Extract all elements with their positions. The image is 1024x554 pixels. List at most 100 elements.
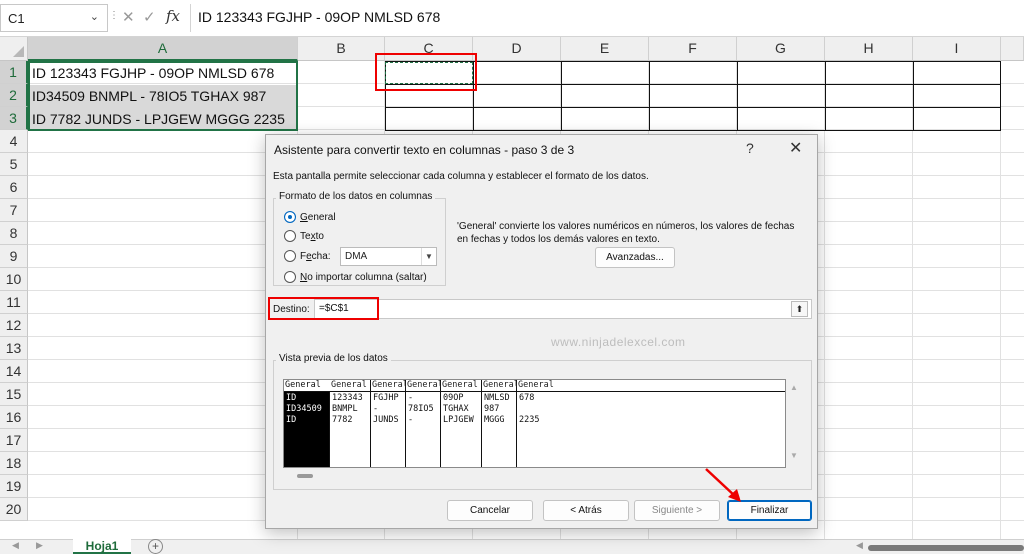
name-box-value: C1 bbox=[8, 11, 25, 26]
formula-input[interactable]: ID 123343 FGJHP - 09OP NMLSD 678 bbox=[198, 9, 440, 25]
radio-date-label: Fecha: bbox=[300, 251, 331, 262]
enter-icon[interactable]: ✓ bbox=[143, 8, 156, 26]
preview-column-header: General bbox=[371, 380, 406, 392]
select-all-corner[interactable] bbox=[0, 37, 28, 61]
column-header[interactable]: I bbox=[913, 37, 1001, 61]
radio-skip[interactable] bbox=[284, 271, 296, 283]
chevron-down-icon[interactable]: ▼ bbox=[421, 248, 436, 265]
column-header[interactable]: H bbox=[825, 37, 913, 61]
format-explanation: 'General' convierte los valores numérico… bbox=[457, 221, 795, 245]
sheet-tab-hoja1[interactable]: Hoja1 bbox=[73, 539, 131, 554]
preview-cell: 987 bbox=[484, 404, 500, 414]
row-header[interactable]: 6 bbox=[0, 176, 28, 199]
row-header[interactable]: 20 bbox=[0, 498, 28, 521]
preview-cell: 09OP bbox=[443, 393, 464, 403]
next-button[interactable]: Siguiente > bbox=[634, 500, 720, 521]
highlight-box-destination bbox=[268, 297, 379, 320]
add-sheet-icon[interactable]: + bbox=[148, 539, 163, 554]
column-header[interactable]: D bbox=[473, 37, 561, 61]
preview-cell: FGJHP bbox=[373, 393, 399, 403]
dialog-description: Esta pantalla permite seleccionar cada c… bbox=[273, 171, 649, 182]
prev-sheet-icon[interactable]: ◀ bbox=[12, 540, 19, 551]
highlight-box-c1 bbox=[375, 53, 477, 91]
row-header[interactable]: 18 bbox=[0, 452, 28, 475]
radio-date[interactable] bbox=[284, 250, 296, 262]
row-header[interactable]: 1 bbox=[0, 61, 28, 84]
name-box[interactable]: C1 ⌄ bbox=[0, 4, 108, 32]
help-icon[interactable]: ? bbox=[746, 140, 754, 156]
back-button[interactable]: < Atrás bbox=[543, 500, 629, 521]
column-header[interactable]: B bbox=[298, 37, 385, 61]
preview-cell: 678 bbox=[519, 393, 535, 403]
destination-input[interactable]: =$C$1 ⬆ bbox=[314, 299, 812, 319]
cancel-icon[interactable]: ✕ bbox=[122, 8, 135, 26]
preview-horizontal-scrollbar[interactable] bbox=[297, 474, 313, 478]
close-icon[interactable]: ✕ bbox=[789, 138, 802, 158]
row-header[interactable]: 16 bbox=[0, 406, 28, 429]
row-header[interactable]: 8 bbox=[0, 222, 28, 245]
radio-text[interactable] bbox=[284, 230, 296, 242]
scroll-up-icon[interactable]: ▲ bbox=[790, 383, 798, 392]
preview-cell: MGGG bbox=[484, 415, 505, 425]
row-header[interactable]: 4 bbox=[0, 130, 28, 153]
row-header[interactable]: 14 bbox=[0, 360, 28, 383]
column-header[interactable]: E bbox=[561, 37, 649, 61]
preview-cell: - bbox=[373, 404, 379, 414]
grid-line bbox=[912, 61, 913, 539]
preview-group-title: Vista previa de los datos bbox=[276, 353, 391, 364]
column-header[interactable]: G bbox=[737, 37, 825, 61]
preview-cell: ID34509 bbox=[286, 404, 322, 414]
preview-cell: 78IO5 bbox=[408, 404, 434, 414]
preview-cell: 2235 bbox=[519, 415, 540, 425]
selection-border bbox=[28, 61, 298, 131]
row-header[interactable]: 7 bbox=[0, 199, 28, 222]
preview-column-header: General bbox=[284, 380, 330, 392]
column-header[interactable]: A bbox=[28, 37, 298, 61]
row-header[interactable]: 9 bbox=[0, 245, 28, 268]
preview-column-header: General bbox=[406, 380, 441, 392]
column-header[interactable]: F bbox=[649, 37, 737, 61]
date-format-select[interactable]: DMA ▼ bbox=[340, 247, 437, 266]
scroll-down-icon[interactable]: ▼ bbox=[790, 451, 798, 460]
row-header[interactable]: 11 bbox=[0, 291, 28, 314]
row-header[interactable]: 15 bbox=[0, 383, 28, 406]
advanced-button[interactable]: Avanzadas... bbox=[595, 247, 675, 268]
radio-text-label: Texto bbox=[300, 231, 324, 242]
data-preview[interactable]: General ID ID34509 ID General 123343 BNMPL 7782… bbox=[283, 379, 786, 468]
finish-button[interactable]: Finalizar bbox=[727, 500, 812, 521]
row-header[interactable]: 17 bbox=[0, 429, 28, 452]
row-header[interactable]: 5 bbox=[0, 153, 28, 176]
table-border bbox=[561, 61, 562, 131]
cancel-button[interactable]: Cancelar bbox=[447, 500, 533, 521]
row-header[interactable]: 3 bbox=[0, 107, 28, 130]
preview-cell: 123343 bbox=[332, 393, 363, 403]
grid-line bbox=[824, 61, 825, 539]
column-header[interactable] bbox=[1001, 37, 1024, 61]
row-header[interactable]: 13 bbox=[0, 337, 28, 360]
preview-cell: 7782 bbox=[332, 415, 353, 425]
row-header[interactable]: 10 bbox=[0, 268, 28, 291]
scroll-left-icon[interactable]: ◀ bbox=[856, 540, 863, 551]
horizontal-scrollbar[interactable] bbox=[868, 545, 1024, 551]
format-group-title: Formato de los datos en columnas bbox=[276, 191, 436, 202]
preview-cell: - bbox=[408, 415, 414, 425]
formula-bar: C1 ⌄ ⋮ ✕ ✓ fx ID 123343 FGJHP - 09OP NML… bbox=[0, 0, 1024, 37]
more-options-icon[interactable]: ⋮ bbox=[109, 10, 119, 21]
preview-column-header: General bbox=[330, 380, 371, 392]
radio-general[interactable] bbox=[284, 211, 296, 223]
preview-column-header: General bbox=[517, 380, 785, 392]
row-header[interactable]: 12 bbox=[0, 314, 28, 337]
preview-cell: BNMPL bbox=[332, 404, 358, 414]
collapse-dialog-icon[interactable]: ⬆ bbox=[791, 301, 808, 317]
preview-vertical-scrollbar[interactable]: ▲ ▼ bbox=[786, 379, 802, 468]
preview-column-header: General bbox=[482, 380, 517, 392]
formula-divider bbox=[190, 4, 191, 32]
preview-cell: TGHAX bbox=[443, 404, 469, 414]
insert-function-icon[interactable]: fx bbox=[166, 7, 180, 25]
row-header[interactable]: 2 bbox=[0, 84, 28, 107]
next-sheet-icon[interactable]: ▶ bbox=[36, 540, 43, 551]
row-header[interactable]: 19 bbox=[0, 475, 28, 498]
table-border-bottom bbox=[385, 130, 1001, 131]
chevron-down-icon[interactable]: ⌄ bbox=[90, 10, 99, 23]
grid-line bbox=[1000, 61, 1001, 539]
